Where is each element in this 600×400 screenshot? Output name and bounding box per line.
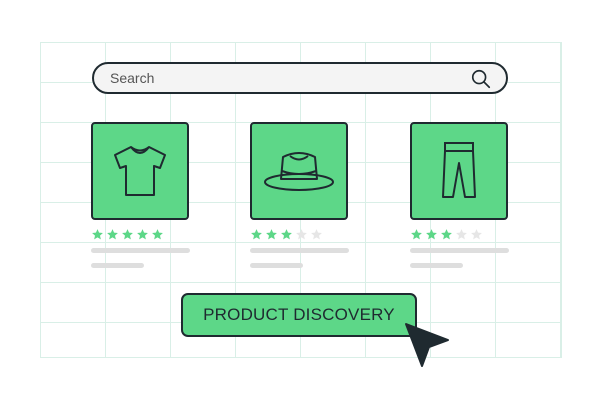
star-filled-icon [92, 229, 103, 240]
star-empty-icon [296, 229, 307, 240]
product-card-pants[interactable] [410, 122, 508, 220]
star-filled-icon [122, 229, 133, 240]
hat-icon [264, 152, 334, 191]
rating-stars [91, 228, 164, 242]
t-shirt-icon [114, 146, 166, 196]
star-filled-icon [281, 229, 292, 240]
product-price-placeholder [91, 263, 144, 268]
search-bar[interactable] [92, 62, 508, 94]
star-filled-icon [266, 229, 277, 240]
illustration-canvas: PRODUCT DISCOVERY [0, 0, 600, 400]
product-title-placeholder [250, 248, 349, 253]
product-discovery-button[interactable]: PRODUCT DISCOVERY [181, 293, 417, 337]
mouse-pointer-icon [405, 323, 449, 367]
search-icon[interactable] [470, 68, 492, 90]
rating-stars [250, 228, 323, 242]
rating-stars [410, 228, 483, 242]
product-price-placeholder [410, 263, 463, 268]
star-filled-icon [251, 229, 262, 240]
star-empty-icon [311, 229, 322, 240]
star-filled-icon [107, 229, 118, 240]
star-filled-icon [441, 229, 452, 240]
search-input[interactable] [110, 64, 450, 92]
pants-icon [442, 142, 476, 198]
star-empty-icon [471, 229, 482, 240]
product-card-tshirt[interactable] [91, 122, 189, 220]
product-price-placeholder [250, 263, 303, 268]
product-title-placeholder [91, 248, 190, 253]
star-filled-icon [426, 229, 437, 240]
product-card-hat[interactable] [250, 122, 348, 220]
star-filled-icon [411, 229, 422, 240]
star-empty-icon [456, 229, 467, 240]
star-filled-icon [137, 229, 148, 240]
product-title-placeholder [410, 248, 509, 253]
star-filled-icon [152, 229, 163, 240]
